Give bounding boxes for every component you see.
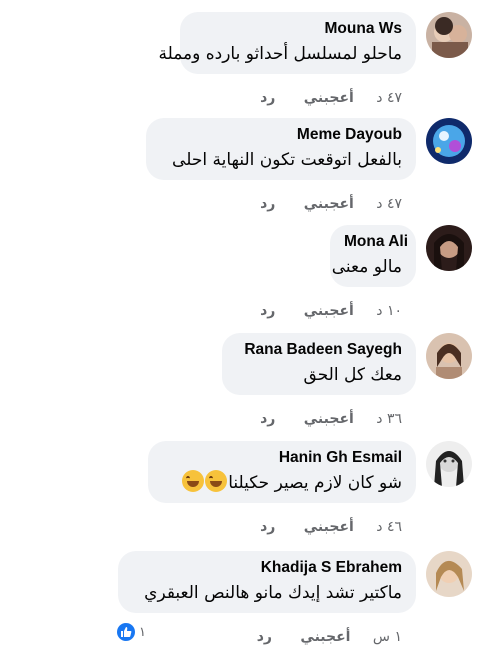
like-button[interactable]: أعجبني	[304, 411, 354, 427]
comment-item: Rana Badeen Sayegh معك كل الحق ٣٦ د أعجب…	[0, 333, 486, 441]
reply-button[interactable]: رد	[260, 519, 275, 535]
comment-timestamp[interactable]: ٤٧ د	[376, 90, 402, 106]
comment-actions: ٤٧ د أعجبني رد	[236, 90, 402, 112]
comment-timestamp[interactable]: ٣٦ د	[376, 411, 402, 427]
like-button[interactable]: أعجبني	[300, 629, 350, 645]
comment-text: معك كل الحق	[303, 365, 402, 385]
comment-item: Meme Dayoub بالفعل اتوقعت تكون النهاية ا…	[0, 118, 486, 226]
comment-text: مالو معنى	[331, 257, 402, 277]
comment-author[interactable]: Rana Badeen Sayegh	[236, 339, 402, 361]
grinning-sweat-emoji-icon	[205, 470, 228, 492]
comment-author[interactable]: Khadija S Ebrahem	[132, 557, 402, 579]
comment-item: Hanin Gh Esmail شو كان لازم يصير حكيلنا …	[0, 441, 486, 549]
avatar[interactable]	[426, 441, 472, 487]
comment-bubble: Meme Dayoub بالفعل اتوقعت تكون النهاية ا…	[146, 118, 416, 180]
comment-text-body: شو كان لازم يصير حكيلنا	[228, 473, 402, 493]
thumbs-up-icon	[117, 623, 135, 641]
like-button[interactable]: أعجبني	[304, 303, 354, 319]
comment-actions: ٣٦ د أعجبني رد	[236, 411, 402, 433]
reaction-summary[interactable]: ١	[117, 622, 146, 642]
comment-actions: ١٠ د أعجبني رد	[236, 303, 402, 325]
comment-timestamp[interactable]: ١ س	[373, 629, 402, 645]
comment-author[interactable]: Meme Dayoub	[160, 124, 402, 146]
comment-timestamp[interactable]: ١٠ د	[376, 303, 402, 319]
reply-button[interactable]: رد	[257, 629, 272, 645]
comment-timestamp[interactable]: ٤٦ د	[376, 519, 402, 535]
comment-author[interactable]: Mouna Ws	[194, 18, 403, 40]
comment-bubble: Hanin Gh Esmail شو كان لازم يصير حكيلنا	[148, 441, 416, 503]
like-button[interactable]: أعجبني	[304, 90, 354, 106]
avatar[interactable]	[426, 118, 472, 164]
comment-author[interactable]: Mona Ali	[344, 231, 408, 253]
comment-timestamp[interactable]: ٤٧ د	[376, 196, 402, 212]
comment-bubble: Khadija S Ebrahem ماكتير تشد إيدك مانو ه…	[118, 551, 416, 613]
comment-item: Mouna Ws ماحلو لمسلسل أحداثو بارده ومملة…	[0, 12, 486, 120]
reply-button[interactable]: رد	[260, 303, 275, 319]
reply-button[interactable]: رد	[260, 90, 275, 106]
comment-bubble: Mouna Ws ماحلو لمسلسل أحداثو بارده ومملة	[158, 12, 416, 74]
avatar[interactable]	[426, 12, 472, 58]
reply-button[interactable]: رد	[260, 196, 275, 212]
reply-button[interactable]: رد	[260, 411, 275, 427]
comment-text: ماكتير تشد إيدك مانو هالنص العبقري	[144, 583, 402, 603]
comment-author[interactable]: Hanin Gh Esmail	[162, 447, 402, 469]
comment-bubble: Mona Ali مالو معنى	[330, 225, 416, 287]
comment-text: شو كان لازم يصير حكيلنا	[162, 469, 402, 497]
comment-actions: ٤٧ د أعجبني رد	[236, 196, 402, 218]
avatar[interactable]	[426, 225, 472, 271]
like-button[interactable]: أعجبني	[304, 196, 354, 212]
avatar[interactable]	[426, 333, 472, 379]
comment-actions: ٤٦ د أعجبني رد	[236, 519, 402, 541]
comment-item: Mona Ali مالو معنى ١٠ د أعجبني رد	[0, 225, 486, 333]
comment-text: ماحلو لمسلسل أحداثو بارده ومملة	[158, 44, 402, 64]
comment-bubble: Rana Badeen Sayegh معك كل الحق	[222, 333, 416, 395]
avatar[interactable]	[426, 551, 472, 597]
like-button[interactable]: أعجبني	[304, 519, 354, 535]
comment-item: Khadija S Ebrahem ماكتير تشد إيدك مانو ه…	[0, 551, 486, 659]
comment-text: بالفعل اتوقعت تكون النهاية احلى	[172, 150, 402, 170]
reaction-count: ١	[139, 624, 146, 640]
grinning-sweat-emoji-icon	[182, 470, 205, 492]
